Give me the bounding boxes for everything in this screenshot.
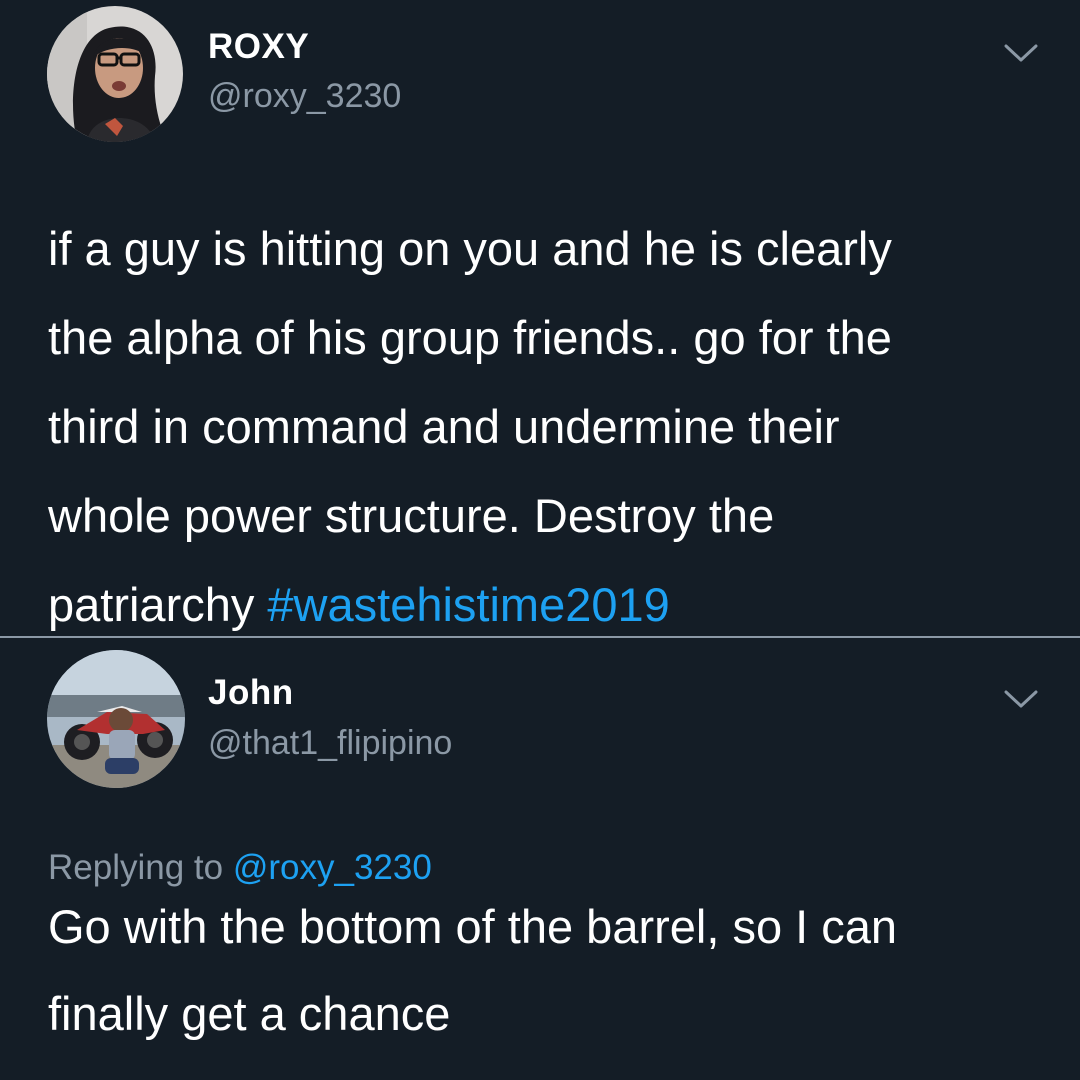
- chevron-down-icon[interactable]: [1003, 688, 1039, 710]
- user-handle[interactable]: @roxy_3230: [208, 77, 401, 116]
- display-name[interactable]: John: [208, 673, 294, 713]
- avatar[interactable]: [47, 650, 185, 788]
- tweet-text: if a guy is hitting on you and he is cle…: [48, 204, 1048, 649]
- avatar-photo-icon: [47, 6, 183, 142]
- replying-label: Replying to: [48, 848, 233, 887]
- hashtag-link[interactable]: #wastehistime2019: [267, 578, 669, 631]
- chevron-down-icon[interactable]: [1003, 42, 1039, 64]
- avatar-photo-icon: [47, 650, 185, 788]
- user-handle[interactable]: @that1_flipipino: [208, 724, 452, 763]
- display-name[interactable]: ROXY: [208, 27, 309, 67]
- mention-link[interactable]: @roxy_3230: [233, 848, 432, 887]
- tweet-roxy[interactable]: ROXY @roxy_3230 if a guy is hitting on y…: [0, 0, 1080, 636]
- tweet-text: Go with the bottom of the barrel, so I c…: [48, 900, 898, 1040]
- tweet-body: if a guy is hitting on you and he is cle…: [48, 222, 892, 631]
- replying-to: Replying to @roxy_3230: [48, 848, 432, 888]
- avatar[interactable]: [47, 6, 183, 142]
- tweet-john[interactable]: John @that1_flipipino Replying to @roxy_…: [0, 638, 1080, 1080]
